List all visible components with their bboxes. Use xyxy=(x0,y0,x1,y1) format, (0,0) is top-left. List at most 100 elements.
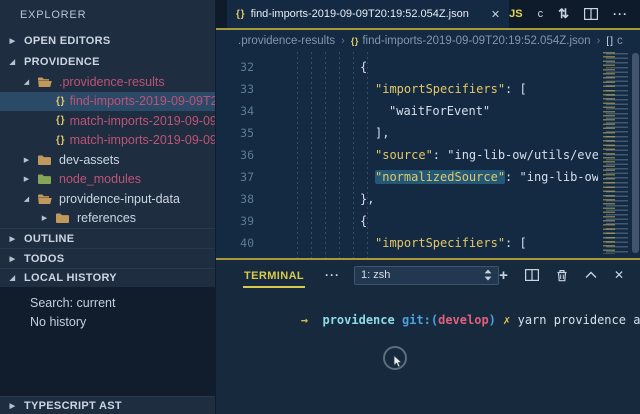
tree-item-providence-input-data[interactable]: ◢providence-input-data xyxy=(0,189,215,209)
breadcrumb-item[interactable]: { }find-imports-2019-09-09T20:19:52.054Z… xyxy=(351,35,591,47)
line-number: 36 xyxy=(216,148,270,162)
terminal-shell-select[interactable]: 1: zsh xyxy=(354,266,499,285)
line-content: "waitForEvent" xyxy=(270,104,490,118)
mouse-cursor xyxy=(383,346,407,370)
tree-item-find-imports-2019-09-09t20[interactable]: { }find-imports-2019-09-09T20... xyxy=(0,92,215,112)
chevron-right-icon: ▶ xyxy=(40,214,49,222)
code-editor[interactable]: 32{33"importSpecifiers": [34"waitForEven… xyxy=(216,52,640,258)
tab-find-imports-json[interactable]: { } find-imports-2019-09-09T20:19:52.054… xyxy=(227,0,509,28)
code-line-33: 33"importSpecifiers": [ xyxy=(216,78,640,100)
sidebar-title: EXPLORER xyxy=(0,0,215,30)
tree-item-dev-assets[interactable]: ▶dev-assets xyxy=(0,150,215,170)
chevron-right-icon: ▶ xyxy=(8,402,17,410)
folder-open-icon xyxy=(37,192,53,205)
line-number: 38 xyxy=(216,192,270,206)
breadcrumb-label: find-imports-2019-09-09T20:19:52.054Z.js… xyxy=(362,35,590,47)
line-number: 39 xyxy=(216,214,270,228)
breadcrumb-separator-icon: › xyxy=(341,35,345,47)
breadcrumb-label: c xyxy=(617,35,623,47)
section-local-history[interactable]: ◢ LOCAL HISTORY xyxy=(0,268,215,287)
tree-item-providence-results[interactable]: ◢.providence-results xyxy=(0,72,215,92)
terminal-prompt: → providence git:(develop) ✗ yarn provid… xyxy=(301,313,640,327)
breadcrumb-item[interactable]: [ ] c xyxy=(606,35,623,47)
folder-open-icon xyxy=(37,75,53,88)
section-label: LOCAL HISTORY xyxy=(24,272,117,284)
prompt-token-git: ) xyxy=(489,313,496,327)
close-panel-icon[interactable]: ✕ xyxy=(614,268,624,282)
chevron-right-icon: ▶ xyxy=(22,156,31,164)
code-token: { xyxy=(360,60,367,74)
tree-item-match-imports-2019-09-09t[interactable]: { }match-imports-2019-09-09T... xyxy=(0,131,215,151)
code-line-35: 35], xyxy=(216,122,640,144)
chevron-right-icon: ▶ xyxy=(8,235,17,243)
section-outline[interactable]: ▶ OUTLINE xyxy=(0,228,215,248)
close-tab-icon[interactable]: ✕ xyxy=(491,8,500,21)
prompt-token-branch: develop xyxy=(438,313,489,327)
new-terminal-icon[interactable]: + xyxy=(499,268,508,283)
code-line-37: 37"normalizedSource": "ing-lib-ow xyxy=(216,166,640,188)
code-line-34: 34"waitForEvent" xyxy=(216,100,640,122)
folder-icon xyxy=(37,153,53,166)
code-token: "source" xyxy=(375,148,433,162)
tree-item-match-imports-2019-09-09t[interactable]: { } match-imports-2019-09-09T... xyxy=(0,111,215,131)
line-content: }, xyxy=(270,192,374,206)
section-label: OUTLINE xyxy=(24,233,74,245)
line-content: "importSpecifiers": [ xyxy=(270,236,527,250)
split-editor-icon[interactable] xyxy=(584,8,598,20)
line-number: 37 xyxy=(216,170,270,184)
tree-item-label: references xyxy=(77,211,136,225)
terminal-body[interactable]: → providence git:(develop) ✗ yarn provid… xyxy=(216,290,640,414)
tree-item-references[interactable]: ▶ references xyxy=(0,209,215,229)
c-action-icon[interactable]: c xyxy=(538,8,544,20)
section-todos[interactable]: ▶ TODOS xyxy=(0,248,215,268)
code-token: { xyxy=(360,214,367,228)
editor-actions: JS c ⇅ ··· xyxy=(509,0,640,28)
tree-item-label: find-imports-2019-09-09T20... xyxy=(70,94,215,108)
chevron-right-icon: ▶ xyxy=(8,37,17,45)
compare-changes-icon[interactable]: ⇅ xyxy=(558,6,569,22)
breadcrumb-item[interactable]: .providence-results xyxy=(238,35,335,47)
section-typescript-ast[interactable]: ▶ TYPESCRIPT AST xyxy=(0,396,215,414)
js-badge-icon[interactable]: JS xyxy=(509,8,522,20)
code-token: "ing-lib-ow/utils/eve xyxy=(447,148,599,162)
tree-item-label: node_modules xyxy=(59,172,141,186)
json-file-icon: { } xyxy=(236,9,244,20)
section-label: TODOS xyxy=(24,253,64,265)
line-number: 34 xyxy=(216,104,270,118)
local-history-search[interactable]: Search: current xyxy=(30,294,215,313)
section-open-editors[interactable]: ▶ OPEN EDITORS xyxy=(0,30,215,51)
code-token: "normalizedSource" xyxy=(375,170,505,184)
shell-select-value: 1: zsh xyxy=(361,269,390,281)
code-token: }, xyxy=(360,192,374,206)
maximize-panel-chevron-icon[interactable] xyxy=(585,271,597,279)
breadcrumb-label: .providence-results xyxy=(238,35,335,47)
array-symbol-icon: [ ] xyxy=(606,35,612,47)
code-line-32: 32{ xyxy=(216,56,640,78)
tree-item-label: match-imports-2019-09-09T... xyxy=(70,114,215,128)
prompt-token-cmd: yarn providence analyze xyxy=(518,313,640,327)
code-line-38: 38}, xyxy=(216,188,640,210)
tree-item-node-modules[interactable]: ▶node_modules xyxy=(0,170,215,190)
tab-terminal[interactable]: TERMINAL xyxy=(243,263,305,288)
code-lines: 32{33"importSpecifiers": [34"waitForEven… xyxy=(216,56,640,258)
split-terminal-icon[interactable] xyxy=(525,269,539,281)
tree-item-label: match-imports-2019-09-09T... xyxy=(70,133,215,147)
section-providence[interactable]: ◢ PROVIDENCE xyxy=(0,51,215,72)
line-content: ], xyxy=(270,126,389,140)
prompt-token-arrow: → xyxy=(301,313,308,327)
tab-bar: { } find-imports-2019-09-09T20:19:52.054… xyxy=(216,0,640,30)
line-content: "importSpecifiers": [ xyxy=(270,82,527,96)
line-content: "normalizedSource": "ing-lib-ow xyxy=(270,170,599,184)
minimap[interactable] xyxy=(600,52,628,254)
kill-terminal-trash-icon[interactable] xyxy=(556,269,568,282)
chevron-down-icon: ◢ xyxy=(8,58,17,66)
section-label: OPEN EDITORS xyxy=(24,35,111,47)
more-actions-icon[interactable]: ··· xyxy=(613,7,628,21)
code-line-40: 40"importSpecifiers": [ xyxy=(216,232,640,254)
local-history-panel: Search: current No history xyxy=(0,287,215,396)
json-file-icon: { } xyxy=(56,115,64,126)
terminal-more-icon[interactable]: ··· xyxy=(325,268,340,282)
breadcrumb-separator-icon: › xyxy=(597,35,601,47)
editor-scrollbar[interactable] xyxy=(632,53,639,253)
line-number: 35 xyxy=(216,126,270,140)
